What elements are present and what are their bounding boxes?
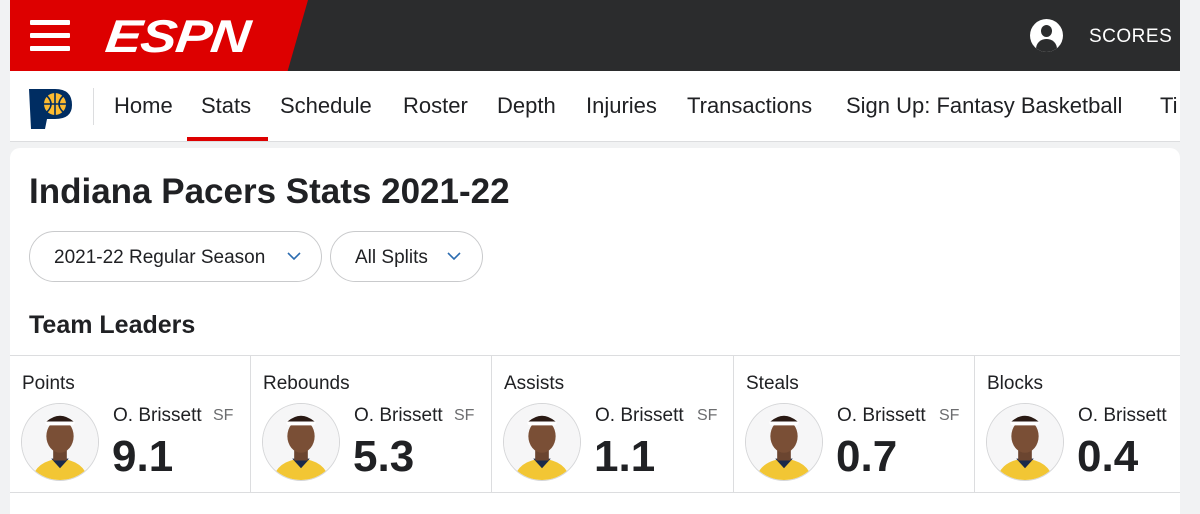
leader-stat-value: 9.1	[112, 432, 174, 481]
stats-card: Indiana Pacers Stats 2021-22 2021-22 Reg…	[10, 148, 1180, 514]
leader-card-blocks[interactable]: Blocks O. Brissett 0.4	[975, 356, 1180, 493]
team-leaders-heading: Team Leaders	[29, 311, 196, 339]
nav-item-transactions[interactable]: Transactions	[687, 93, 812, 119]
leader-player-position: SF	[697, 407, 718, 424]
player-headshot-icon[interactable]	[745, 403, 823, 481]
scores-link[interactable]: SCORES	[1089, 26, 1172, 48]
splits-dropdown[interactable]: All Splits	[330, 231, 483, 282]
leader-stat-value: 0.4	[1077, 432, 1139, 481]
player-headshot-icon[interactable]	[503, 403, 581, 481]
leader-stat-value: 1.1	[594, 432, 656, 481]
nav-item-home[interactable]: Home	[114, 93, 173, 119]
season-dropdown[interactable]: 2021-22 Regular Season	[29, 231, 322, 282]
splits-dropdown-value: All Splits	[355, 247, 428, 268]
leader-category: Assists	[504, 373, 565, 394]
chevron-down-icon	[287, 252, 301, 261]
leader-player-position: SF	[454, 407, 475, 424]
leader-stat-value: 5.3	[353, 432, 415, 481]
user-profile-icon[interactable]	[1030, 19, 1063, 52]
pacers-logo-icon[interactable]	[25, 83, 75, 133]
team-nav-bar: Home Stats Schedule Roster Depth Injurie…	[10, 71, 1180, 142]
player-headshot-icon[interactable]	[21, 403, 99, 481]
espn-logo[interactable]: ESPN	[103, 10, 253, 62]
leader-player-name[interactable]: O. Brissett	[1078, 405, 1167, 427]
nav-item-fantasy-signup[interactable]: Sign Up: Fantasy Basketball	[846, 93, 1122, 119]
leader-card-rebounds[interactable]: Rebounds O. Brissett SF 5.3	[251, 356, 492, 493]
espn-page: ESPN SCORES Home Stats Schedule Roster D…	[10, 0, 1180, 514]
nav-item-roster[interactable]: Roster	[403, 93, 468, 119]
season-dropdown-value: 2021-22 Regular Season	[54, 247, 266, 268]
nav-item-injuries[interactable]: Injuries	[586, 93, 657, 119]
nav-item-schedule[interactable]: Schedule	[280, 93, 372, 119]
nav-item-tickets[interactable]: Ti	[1160, 93, 1178, 119]
leader-player-name[interactable]: O. Brissett	[354, 405, 443, 427]
leader-card-points[interactable]: Points O. Brissett SF 9.1	[10, 356, 251, 493]
active-tab-indicator	[187, 137, 268, 141]
top-bar: ESPN SCORES	[10, 0, 1180, 71]
nav-item-stats[interactable]: Stats	[201, 93, 251, 119]
player-headshot-icon[interactable]	[986, 403, 1064, 481]
leader-player-position: SF	[939, 407, 960, 424]
leader-stat-value: 0.7	[836, 432, 898, 481]
nav-item-depth[interactable]: Depth	[497, 93, 556, 119]
leader-category: Points	[22, 373, 75, 394]
leader-category: Blocks	[987, 373, 1043, 394]
leader-card-steals[interactable]: Steals O. Brissett SF 0.7	[734, 356, 975, 493]
leader-player-position: SF	[213, 407, 234, 424]
leader-category: Rebounds	[263, 373, 350, 394]
team-leaders-row: Points O. Brissett SF 9.1 Rebounds O. Br…	[10, 355, 1180, 493]
leader-card-assists[interactable]: Assists O. Brissett SF 1.1	[492, 356, 734, 493]
leader-player-name[interactable]: O. Brissett	[113, 405, 202, 427]
leader-player-name[interactable]: O. Brissett	[837, 405, 926, 427]
leader-category: Steals	[746, 373, 799, 394]
hamburger-menu-icon[interactable]	[30, 20, 70, 51]
chevron-down-icon	[447, 252, 461, 261]
leader-player-name[interactable]: O. Brissett	[595, 405, 684, 427]
player-headshot-icon[interactable]	[262, 403, 340, 481]
page-title: Indiana Pacers Stats 2021-22	[29, 172, 510, 211]
